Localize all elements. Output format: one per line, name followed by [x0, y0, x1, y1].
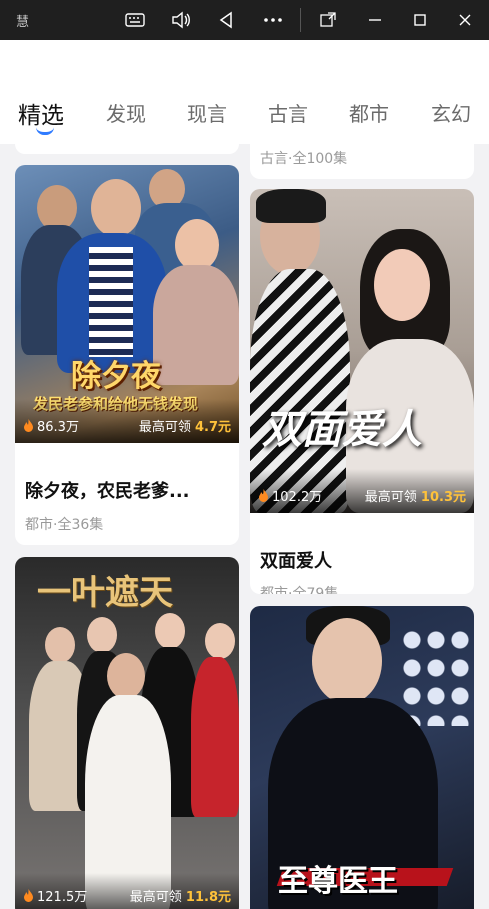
- reward-amount: 4.7元: [194, 420, 231, 435]
- drama-poster: 一叶遮天 121.5万 最高可领 11.8元: [15, 557, 239, 909]
- reward-label: 最高可领: [138, 420, 191, 435]
- reward-info: 最高可领 11.8元: [130, 886, 231, 905]
- poster-figure: [91, 179, 141, 237]
- view-count: 86.3万: [23, 416, 79, 435]
- poster-title: 双面爱人: [262, 406, 422, 453]
- drama-poster: 至尊医王: [250, 606, 474, 909]
- poster-figure: [374, 249, 430, 321]
- back-icon[interactable]: [215, 9, 237, 31]
- keyboard-icon[interactable]: [124, 9, 146, 31]
- minimize-icon[interactable]: [364, 9, 386, 31]
- drama-card[interactable]: 至尊医王: [250, 606, 474, 909]
- chandelier: [400, 626, 470, 726]
- card-meta: 都市·全36集: [25, 517, 104, 533]
- poster-title: 至尊医王: [278, 864, 398, 899]
- partial-card-left[interactable]: [15, 144, 239, 154]
- drama-feed[interactable]: 古言·全100集 除夕夜 发民老参和给他无钱发现 86.3万 最高可领 4.7元…: [0, 144, 489, 909]
- more-icon[interactable]: [262, 9, 284, 31]
- poster-figure: [256, 189, 326, 223]
- drama-card[interactable]: 双面爱人 102.2万 最高可领 10.3元 双面爱人 都市·全79集: [250, 189, 474, 594]
- drama-poster: 除夕夜 发民老参和给他无钱发现 86.3万 最高可领 4.7元: [15, 165, 239, 443]
- poster-figure: [153, 265, 239, 385]
- fire-icon: [259, 489, 268, 502]
- poster-figure: [191, 657, 239, 817]
- poster-title: 除夕夜: [71, 359, 161, 394]
- tab-discover[interactable]: 发现: [106, 98, 146, 127]
- tab-urban[interactable]: 都市: [349, 98, 389, 127]
- drama-card[interactable]: 一叶遮天 121.5万 最高可领 11.8元: [15, 557, 239, 909]
- poster-figure: [87, 617, 117, 653]
- reward-label: 最高可领: [364, 490, 417, 505]
- maximize-icon[interactable]: [409, 9, 431, 31]
- reward-label: 最高可领: [129, 890, 182, 905]
- poster-figure: [45, 627, 75, 663]
- view-count-value: 102.2万: [272, 490, 323, 505]
- category-tabs: 精选 发现 现言 古言 都市 玄幻: [0, 98, 489, 138]
- card-meta: 都市·全79集: [260, 586, 339, 594]
- window-titlebar: 慧: [0, 0, 489, 40]
- poster-figure: [205, 623, 235, 659]
- reward-info: 最高可领 10.3元: [365, 486, 466, 505]
- tab-ancient-romance[interactable]: 古言: [268, 98, 308, 127]
- titlebar-divider: [300, 8, 301, 32]
- drama-title[interactable]: 除夕夜，农民老爹...: [25, 477, 190, 503]
- app-name: 慧: [16, 15, 30, 30]
- card-meta: 古言·全100集: [260, 151, 348, 167]
- poster-figure: [312, 618, 382, 704]
- reward-amount: 11.8元: [185, 890, 231, 905]
- category-header: 精选 发现 现言 古言 都市 玄幻: [0, 40, 489, 144]
- poster-figure: [175, 219, 219, 271]
- fire-icon: [24, 419, 33, 432]
- reward-info: 最高可领 4.7元: [139, 416, 231, 435]
- view-count-value: 86.3万: [37, 420, 79, 435]
- poster-figure: [107, 653, 145, 699]
- volume-icon[interactable]: [170, 9, 192, 31]
- view-count: 121.5万: [23, 886, 87, 905]
- tab-modern-romance[interactable]: 现言: [187, 98, 227, 127]
- tab-featured[interactable]: 精选: [18, 96, 64, 130]
- tab-fantasy[interactable]: 玄幻: [431, 98, 471, 127]
- reward-amount: 10.3元: [420, 490, 466, 505]
- view-count-value: 121.5万: [37, 890, 88, 905]
- view-count: 102.2万: [258, 486, 322, 505]
- partial-card-right[interactable]: 古言·全100集: [250, 144, 474, 179]
- drama-poster: 双面爱人 102.2万 最高可领 10.3元: [250, 189, 474, 513]
- poster-title: 一叶遮天: [37, 573, 173, 613]
- active-tab-indicator: [36, 127, 54, 135]
- drama-title[interactable]: 双面爱人: [260, 547, 332, 573]
- drama-card[interactable]: 除夕夜 发民老参和给他无钱发现 86.3万 最高可领 4.7元 除夕夜，农民老爹…: [15, 165, 239, 545]
- poster-figure: [155, 613, 185, 649]
- fire-icon: [24, 889, 33, 902]
- screenshot-icon[interactable]: [317, 9, 339, 31]
- close-icon[interactable]: [454, 9, 476, 31]
